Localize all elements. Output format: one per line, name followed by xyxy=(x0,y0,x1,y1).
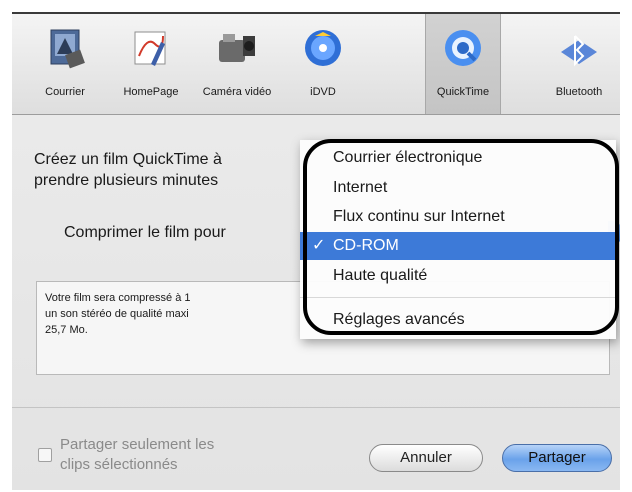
menu-separator xyxy=(300,297,616,298)
menu-item-label: Haute qualité xyxy=(333,267,428,284)
toolbar-item-camera-video[interactable]: Caméra vidéo xyxy=(200,14,274,114)
toolbar-item-idvd[interactable]: iDVD xyxy=(286,14,360,114)
share-selected-clips-label: Partager seulement les clips sélectionné… xyxy=(60,435,290,475)
cancel-button[interactable]: Annuler xyxy=(369,444,483,472)
toolbar-label: HomePage xyxy=(123,86,179,98)
toolbar-item-homepage[interactable]: HomePage xyxy=(114,14,188,114)
menu-item-label: Réglages avancés xyxy=(333,311,465,328)
compress-label: Comprimer le film pour xyxy=(64,224,226,241)
share-button[interactable]: Partager xyxy=(502,444,612,472)
menu-item-label: Internet xyxy=(333,179,388,196)
toolbar-label: Caméra vidéo xyxy=(202,86,272,98)
description-line: Créez un film QuickTime à xyxy=(34,151,222,168)
checkbox-label-line: Partager seulement les xyxy=(60,436,215,453)
bluetooth-icon xyxy=(561,35,597,67)
homepage-icon xyxy=(134,31,166,66)
idvd-disc-icon xyxy=(305,30,341,66)
toolbar-item-courrier[interactable]: Courrier xyxy=(28,14,102,114)
toolbar-item-quicktime[interactable]: QuickTime xyxy=(425,14,501,114)
footer-divider xyxy=(12,407,620,408)
menu-item-label: CD-ROM xyxy=(333,237,399,254)
toolbar-label: Bluetooth xyxy=(555,86,603,98)
quicktime-share-window: Courrier HomePage Caméra vidéo iDVD Quic… xyxy=(12,12,620,490)
share-toolbar: Courrier HomePage Caméra vidéo iDVD Quic… xyxy=(12,14,620,115)
description-line: prendre plusieurs minutes xyxy=(34,172,219,189)
quicktime-icon xyxy=(445,30,481,66)
toolbar-item-bluetooth[interactable]: Bluetooth xyxy=(542,14,616,114)
description-text: Créez un film QuickTime à prendre plusie… xyxy=(34,149,304,191)
menu-item-courrier-electronique[interactable]: Courrier électronique xyxy=(300,144,616,172)
menu-item-flux-continu[interactable]: Flux continu sur Internet xyxy=(300,203,616,231)
mail-stamp-icon xyxy=(50,29,85,69)
menu-item-label: Courrier électronique xyxy=(333,149,483,166)
share-selected-clips-checkbox[interactable] xyxy=(38,448,52,462)
toolbar-label: QuickTime xyxy=(436,86,490,98)
info-line: Votre film sera compressé à 1 xyxy=(45,292,191,304)
menu-item-cd-rom[interactable]: ✓ CD-ROM xyxy=(300,232,616,260)
menu-item-internet[interactable]: Internet xyxy=(300,174,616,202)
checkbox-label-line: clips sélectionnés xyxy=(60,456,178,473)
menu-item-haute-qualite[interactable]: Haute qualité xyxy=(300,262,616,290)
video-camera-icon xyxy=(219,34,255,62)
toolbar-label: Courrier xyxy=(45,86,85,98)
toolbar-label: iDVD xyxy=(310,86,336,98)
checkmark-icon: ✓ xyxy=(312,237,326,254)
menu-item-reglages-avances[interactable]: Réglages avancés xyxy=(300,306,616,334)
info-line: un son stéréo de qualité maxi xyxy=(45,308,189,320)
compress-popup-menu: Courrier électronique Internet Flux cont… xyxy=(300,140,616,339)
menu-item-label: Flux continu sur Internet xyxy=(333,208,505,225)
info-line: 25,7 Mo. xyxy=(45,324,88,336)
